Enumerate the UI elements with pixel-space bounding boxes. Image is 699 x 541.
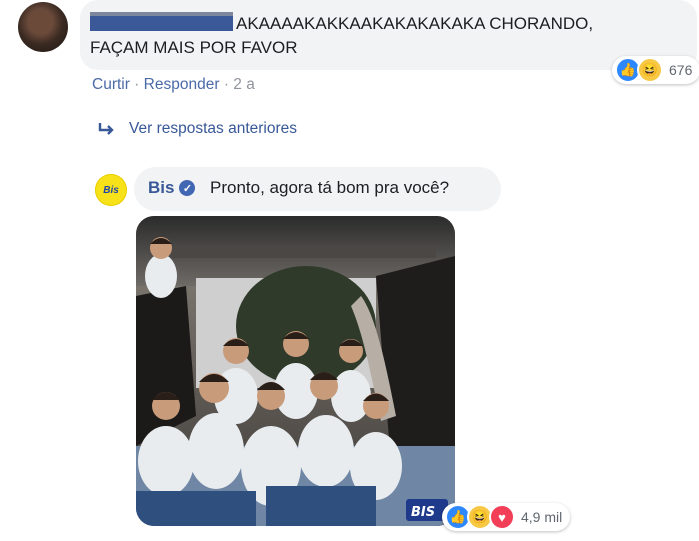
author-name[interactable]: Bis ✓ — [148, 178, 196, 198]
like-link[interactable]: Curtir — [92, 76, 130, 93]
reply-text: Pronto, agora tá bom pra você? — [210, 178, 450, 197]
separator: · — [223, 76, 234, 93]
comment-bubble — [80, 0, 697, 70]
bis-avatar[interactable]: Bis — [95, 174, 127, 206]
reaction-count: 676 — [669, 62, 693, 78]
timestamp[interactable]: 2 a — [233, 76, 255, 93]
comment-text-line2: FAÇAM MAIS POR FAVOR — [90, 38, 298, 57]
redacted-name-bar — [90, 16, 233, 31]
reply-link[interactable]: Responder — [144, 76, 220, 93]
commenter-avatar[interactable] — [18, 2, 68, 52]
reply-image[interactable]: BIS — [136, 216, 455, 526]
bis-watermark: BIS — [411, 505, 435, 520]
separator: · — [134, 76, 144, 93]
bis-avatar-label: Bis — [103, 184, 119, 196]
love-reaction-icon: ♥ — [489, 504, 515, 530]
verified-badge-icon: ✓ — [179, 180, 196, 196]
haha-reaction-icon: 😆 — [637, 57, 663, 83]
reaction-count: 4,9 mil — [521, 509, 563, 525]
view-previous-label: Ver respostas anteriores — [129, 120, 298, 137]
comment-text-line1: AKAAAAKAKKAAKAKAKAKAKA CHORANDO, — [236, 14, 594, 33]
comment-reactions[interactable]: 👍 😆 676 — [612, 56, 699, 84]
reply-arrow-icon — [98, 123, 114, 135]
comment-actions: Curtir · Responder · 2 a — [92, 76, 255, 94]
reply-reactions[interactable]: 👍 😆 ♥ 4,9 mil — [442, 503, 571, 531]
view-previous-replies-link[interactable]: Ver respostas anteriores — [97, 120, 297, 138]
author-name-label: Bis — [148, 178, 175, 197]
